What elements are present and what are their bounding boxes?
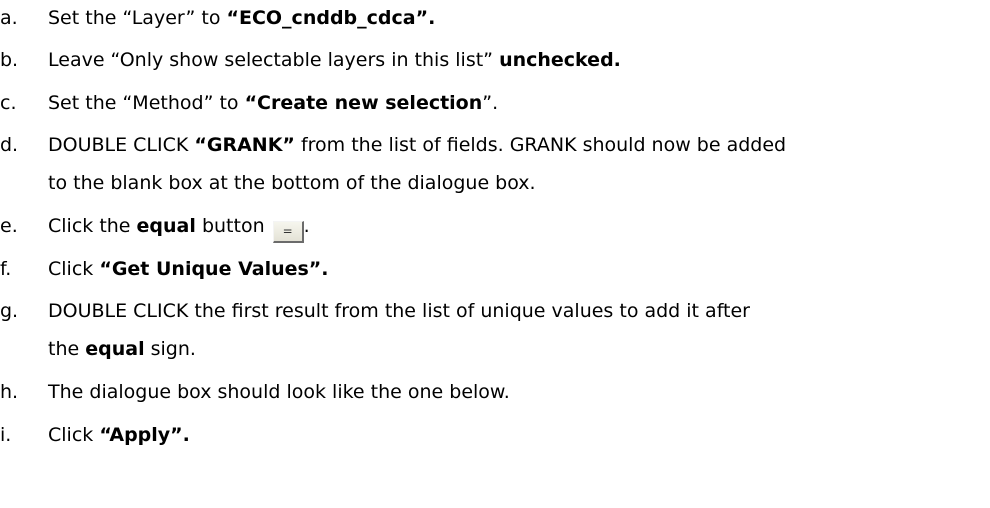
step-marker: a. — [0, 7, 18, 29]
step-marker: f. — [0, 258, 12, 280]
step-text: Leave “Only show selectable layers in th… — [48, 49, 621, 71]
layer-value: “ECO_cnddb_cdca”. — [226, 7, 436, 29]
step-text: The dialogue box should look like the on… — [48, 381, 510, 403]
step-marker: b. — [0, 49, 19, 71]
step-line: DOUBLE CLICK the first result from the l… — [48, 300, 750, 322]
method-value: “Create new selection — [244, 92, 483, 114]
step-text: Click the equal button =. — [48, 207, 948, 245]
instruction-list: a. Set the “Layer” to “ECO_cnddb_cdca”. … — [0, 0, 990, 508]
step-marker: h. — [0, 381, 19, 403]
step-line: the equal sign. — [48, 338, 196, 360]
equal-word: equal — [136, 215, 196, 237]
step-text: DOUBLE CLICK the first result from the l… — [48, 292, 948, 368]
button-name: “Get Unique Values”. — [99, 258, 329, 280]
step-text: Set the “Method” to “Create new selectio… — [48, 92, 499, 114]
field-name: “GRANK” — [194, 134, 295, 156]
equal-button-icon: = — [272, 221, 304, 243]
step-text: Set the “Layer” to “ECO_cnddb_cdca”. — [48, 7, 436, 29]
step-text: Click “Get Unique Values”. — [48, 258, 329, 280]
step-marker: i. — [0, 424, 12, 446]
button-name: “Apply”. — [99, 424, 190, 446]
equal-word: equal — [85, 338, 145, 360]
step-marker: g. — [0, 300, 19, 322]
step-marker: c. — [0, 92, 17, 114]
step-marker: d. — [0, 134, 19, 156]
step-line: to the blank box at the bottom of the di… — [48, 172, 536, 194]
step-text: DOUBLE CLICK “GRANK” from the list of fi… — [48, 126, 948, 202]
checkbox-state: unchecked. — [499, 49, 621, 71]
step-marker: e. — [0, 215, 18, 237]
step-line: DOUBLE CLICK “GRANK” from the list of fi… — [48, 134, 787, 156]
step-text: Click “Apply”. — [48, 424, 190, 446]
